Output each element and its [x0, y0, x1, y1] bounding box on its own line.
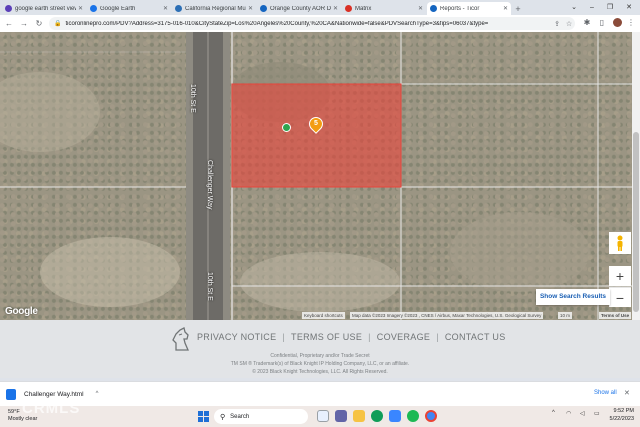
battery-icon[interactable]: ▭: [594, 410, 600, 417]
menu-kebab-icon[interactable]: ⋮: [625, 17, 637, 29]
taskbar-clock[interactable]: 9:52 PM 5/22/2023: [604, 408, 634, 423]
tab-label: California Regional Multi: [185, 5, 246, 12]
street-view-pegman-icon[interactable]: [609, 232, 631, 254]
tab-matrix[interactable]: Matrix ✕: [342, 2, 426, 15]
page-scrollbar-thumb[interactable]: [633, 132, 639, 312]
tab-strip: google earth street view ✕ Google Earth …: [0, 0, 640, 15]
tab-favicon-icon: [5, 5, 12, 12]
tab-favicon-icon: [345, 5, 352, 12]
street-label-10th-st-e-bottom: 10th St E: [206, 272, 213, 301]
close-downloads-icon[interactable]: ✕: [624, 389, 630, 397]
tab-google-earth[interactable]: Google Earth ✕: [87, 2, 171, 15]
task-view-icon[interactable]: [317, 410, 329, 422]
tab-orange-county-aor[interactable]: Orange County AOR Da ✕: [257, 2, 341, 15]
forward-icon[interactable]: →: [18, 18, 30, 30]
coverage-link[interactable]: COVERAGE: [377, 332, 430, 342]
share-icon[interactable]: ⇪: [551, 20, 563, 28]
tab-reports-ticor[interactable]: Reports - Ticor ✕: [427, 2, 511, 15]
tab-close-icon[interactable]: ✕: [503, 5, 508, 12]
extensions-icon[interactable]: ✱: [581, 17, 593, 29]
footer-legal-line-1: Confidential, Proprietary and/or Trade S…: [270, 353, 370, 359]
contact-us-link[interactable]: CONTACT US: [445, 332, 506, 342]
tab-label: Orange County AOR Da: [270, 5, 331, 12]
address-url[interactable]: ticoronlinepro.com/PDV?Address=3175-016-…: [65, 21, 551, 27]
zoom-in-button[interactable]: +: [609, 266, 631, 286]
tab-favicon-icon: [260, 5, 267, 12]
footer-separator: |: [436, 332, 439, 342]
minimize-icon[interactable]: –: [584, 0, 600, 15]
map-pin-label: 5: [314, 120, 318, 127]
file-explorer-icon[interactable]: [353, 410, 365, 422]
edge-browser-icon[interactable]: [371, 410, 383, 422]
windows-taskbar: 59°F Mostly clear ⚲ Search ^ ◠ ◁ ▭ 9:52 …: [0, 406, 640, 427]
privacy-notice-link[interactable]: PRIVACY NOTICE: [197, 332, 276, 342]
sidebar-icon[interactable]: ▯: [596, 17, 608, 29]
clock-date: 5/22/2023: [609, 415, 634, 422]
map-view[interactable]: 10th St E Challenger Way 10th St E 5: [0, 32, 632, 320]
map-scale: 10 m: [558, 312, 573, 319]
taskbar-search-label: Search: [230, 413, 250, 420]
browser-toolbar: ← → ↻ 🔒 ticoronlinepro.com/PDV?Address=3…: [0, 15, 640, 32]
chrome-icon[interactable]: [425, 410, 437, 422]
search-icon: ⚲: [220, 413, 226, 421]
downloads-bar: Challenger Way.html ^ Show all ✕: [0, 381, 640, 406]
html-file-icon: [6, 388, 16, 400]
download-filename: Challenger Way.html: [24, 390, 84, 398]
tab-favicon-icon: [175, 5, 182, 12]
tab-label: Matrix: [355, 5, 372, 12]
address-bar[interactable]: 🔒 ticoronlinepro.com/PDV?Address=3175-01…: [49, 17, 575, 30]
keyboard-shortcuts-link[interactable]: Keyboard shortcuts: [302, 312, 345, 319]
footer-links: PRIVACY NOTICE | TERMS OF USE | COVERAGE | CON…: [197, 332, 506, 342]
satellite-imagery: [0, 32, 632, 320]
terms-of-use-link[interactable]: TERMS OF USE: [291, 332, 362, 342]
volume-icon[interactable]: ◁: [580, 410, 585, 417]
tab-label: google earth street view: [15, 5, 76, 12]
footer-separator: |: [282, 332, 286, 342]
windows-start-icon[interactable]: [198, 411, 209, 422]
location-dot-marker[interactable]: [282, 123, 291, 132]
profile-avatar-icon[interactable]: [611, 17, 623, 29]
tab-close-icon[interactable]: ✕: [163, 5, 168, 12]
zoom-out-button[interactable]: −: [609, 287, 631, 307]
tab-google-earth-street-view[interactable]: google earth street view ✕: [2, 2, 86, 15]
teams-icon[interactable]: [335, 410, 347, 422]
tab-favicon-icon: [430, 5, 437, 12]
tab-favicon-icon: [90, 5, 97, 12]
footer-separator: |: [368, 332, 371, 342]
street-label-10th-st-e-top: 10th St E: [189, 84, 196, 113]
street-label-challenger-way: Challenger Way: [206, 160, 213, 210]
black-knight-logo-icon: [172, 327, 189, 351]
maximize-icon[interactable]: ❐: [602, 0, 618, 15]
show-all-downloads-button[interactable]: Show all: [594, 390, 617, 396]
tab-california-regional[interactable]: California Regional Multi ✕: [172, 2, 256, 15]
new-tab-button[interactable]: +: [512, 3, 524, 15]
reload-icon[interactable]: ↻: [33, 18, 45, 30]
tab-close-icon[interactable]: ✕: [333, 5, 338, 12]
wifi-icon[interactable]: ◠: [566, 410, 571, 417]
show-search-results-button[interactable]: Show Search Results: [536, 289, 610, 305]
store-icon[interactable]: [389, 410, 401, 422]
site-footer: PRIVACY NOTICE | TERMS OF USE | COVERAGE | CON…: [0, 320, 640, 378]
taskbar-search-box[interactable]: ⚲ Search: [214, 409, 308, 424]
tab-label: Google Earth: [100, 5, 136, 12]
footer-legal-line-3: © 2023 Black Knight Technologies, LLC. A…: [252, 369, 388, 375]
tab-close-icon[interactable]: ✕: [78, 5, 83, 12]
map-data-attribution: Map data ©2023 Imagery ©2023 , CNES / Ai…: [350, 312, 544, 319]
google-logo: Google: [5, 306, 38, 317]
footer-legal-line-2: TM SM ® Trademark(s) of Black Knight IP …: [230, 361, 410, 367]
spotify-icon[interactable]: [407, 410, 419, 422]
map-terms-link[interactable]: Terms of Use: [599, 312, 632, 319]
crmls-watermark: CRMLS: [22, 400, 81, 417]
back-icon[interactable]: ←: [3, 18, 15, 30]
tray-overflow-icon[interactable]: ^: [552, 410, 555, 416]
bookmark-star-icon[interactable]: ☆: [563, 20, 575, 28]
clock-time: 9:52 PM: [613, 408, 634, 414]
tab-close-icon[interactable]: ✕: [418, 5, 423, 12]
tab-label: Reports - Ticor: [440, 5, 480, 12]
lock-icon[interactable]: 🔒: [54, 20, 61, 27]
close-window-icon[interactable]: ✕: [621, 0, 637, 15]
chevron-up-icon[interactable]: ^: [96, 391, 99, 397]
tab-search-icon[interactable]: ⌄: [566, 0, 582, 15]
tab-close-icon[interactable]: ✕: [248, 5, 253, 12]
